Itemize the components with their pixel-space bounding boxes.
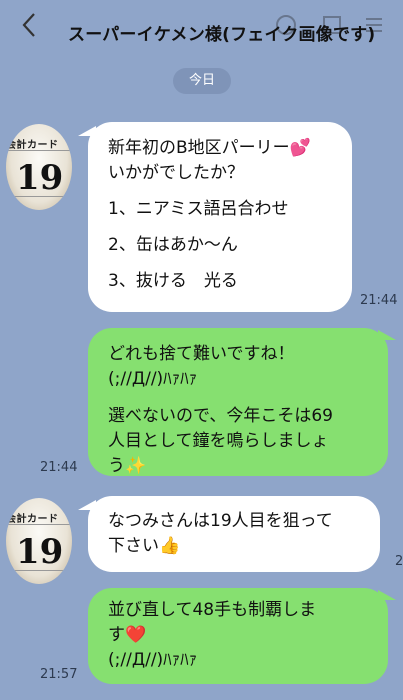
message-line: どれも捨て難いですね！ <box>108 344 295 364</box>
message-line: 3、抜ける 光る <box>108 271 238 291</box>
message-line: 人目として鐘を鳴らしましょ <box>108 431 329 451</box>
message-bubble-incoming[interactable]: なつみさんは19人目を狙って 下さい👍 <box>88 496 380 572</box>
bubble-tail <box>378 590 396 600</box>
message-line: (;//Д//)ﾊｧﾊｧ <box>108 369 198 389</box>
back-chevron-icon[interactable] <box>18 10 42 40</box>
message-line: なつみさんは19人目を狙って <box>108 511 333 531</box>
avatar-line <box>6 570 72 571</box>
message-line <box>108 392 333 404</box>
message-line <box>108 222 311 233</box>
avatar-line <box>6 150 72 151</box>
message-bubble-outgoing[interactable]: どれも捨て難いですね！ (;//Д//)ﾊｧﾊｧ 選べないので、今年こそは69 … <box>88 328 388 476</box>
avatar[interactable]: 会計カード 19 <box>6 498 72 584</box>
message-line: いかがでしたか？ <box>108 163 244 183</box>
message-line: 1、ニアミス語呂合わせ <box>108 199 289 219</box>
message-bubble-incoming[interactable]: 新年初のB地区パーリー💕 いかがでしたか？ 1、ニアミス語呂合わせ 2、缶はあか… <box>88 122 352 312</box>
avatar-card-label: 会計カード <box>6 140 59 151</box>
avatar-card-number: 19 <box>16 532 64 572</box>
message-line <box>108 186 311 197</box>
message-timestamp: 2 <box>395 554 403 569</box>
message-line: 下さい👍 <box>108 536 181 556</box>
avatar[interactable]: 会計カード 19 <box>6 124 72 210</box>
avatar-line <box>6 524 72 525</box>
message-line: う✨ <box>108 456 147 476</box>
message-timestamp: 21:44 <box>360 293 398 308</box>
chat-header: スーパーイケメン様(フェイク画像です) <box>0 0 403 60</box>
message-line: 選べないので、今年こそは69 <box>108 406 333 426</box>
message-line: (;//Д//)ﾊｧﾊｧ <box>108 650 198 670</box>
message-line: 2、缶はあか〜ん <box>108 235 238 255</box>
date-separator: 今日 <box>173 68 231 94</box>
avatar-card-number: 19 <box>16 158 64 198</box>
message-line <box>108 258 311 269</box>
message-line: す❤️ <box>108 625 147 645</box>
message-timestamp: 21:57 <box>40 667 78 682</box>
avatar-card-label: 会計カード <box>6 514 59 525</box>
message-bubble-outgoing[interactable]: 並び直して48手も制覇しま す❤️ (;//Д//)ﾊｧﾊｧ <box>88 588 388 684</box>
bubble-tail <box>378 330 396 340</box>
message-line: 新年初のB地区パーリー💕 <box>108 138 311 158</box>
message-timestamp: 21:44 <box>40 460 78 475</box>
chat-title: スーパーイケメン様(フェイク画像です) <box>68 25 376 45</box>
avatar-line <box>6 196 72 197</box>
message-line: 並び直して48手も制覇しま <box>108 600 317 620</box>
